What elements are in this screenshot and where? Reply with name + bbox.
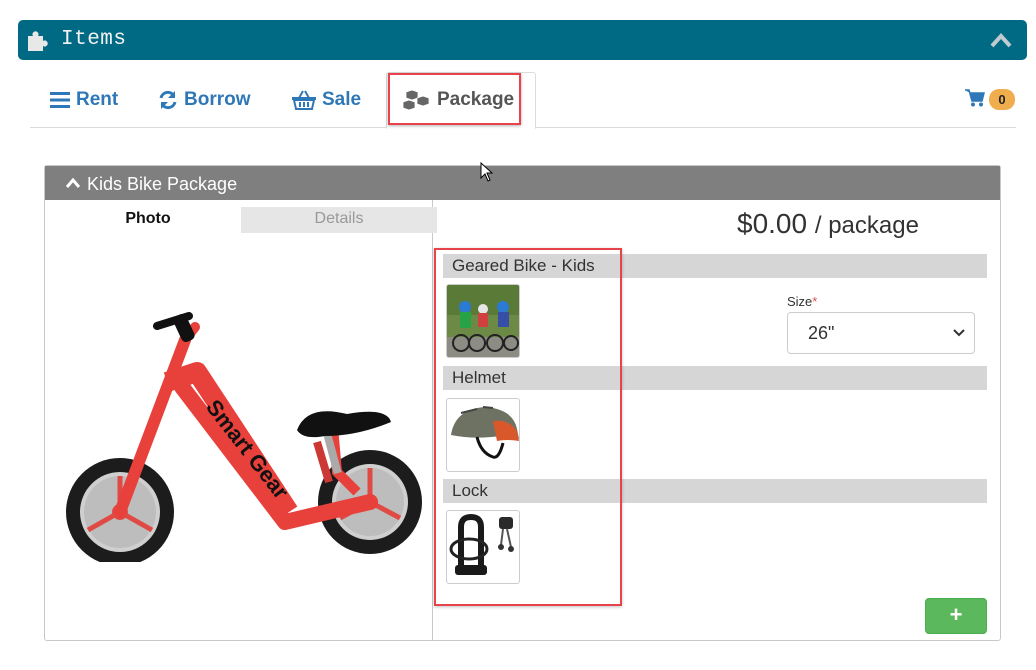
mouse-cursor-icon: [480, 162, 494, 182]
list-icon: [50, 91, 70, 108]
price-unit: / package: [814, 212, 919, 239]
refresh-icon: [159, 90, 177, 109]
puzzle-icon: [28, 31, 48, 51]
package-title: Kids Bike Package: [87, 174, 238, 194]
mode-tabs: Rent Borrow Sale Package: [30, 72, 1016, 129]
tab-photo[interactable]: Photo: [50, 207, 246, 233]
required-mark: *: [812, 294, 818, 309]
cart-icon[interactable]: [965, 89, 985, 107]
tab-sale[interactable]: Sale: [292, 72, 361, 127]
tab-rent-label: Rent: [76, 88, 119, 110]
chevron-up-icon: [65, 177, 81, 188]
page-title: Items: [61, 28, 127, 51]
tab-details[interactable]: Details: [241, 207, 437, 233]
size-label-text: Size: [787, 294, 813, 309]
tab-sale-label: Sale: [322, 88, 362, 110]
price-value: $0.00: [737, 208, 808, 239]
photo-column: Photo Details Smart Gear: [45, 200, 437, 640]
bike-image: Smart Gear: [66, 312, 422, 562]
items-header-bar: Items: [18, 20, 1027, 60]
tab-borrow-label: Borrow: [184, 88, 251, 110]
size-select[interactable]: 26": [787, 312, 975, 354]
chevron-down-icon: [953, 329, 965, 337]
basket-icon: [292, 90, 316, 110]
package-panel-header[interactable]: Kids Bike Package: [45, 166, 1000, 200]
package-tab-highlight: [388, 73, 521, 125]
size-label: Size*: [787, 294, 817, 309]
tab-rent[interactable]: Rent: [50, 72, 118, 127]
package-items-highlight: [434, 248, 622, 606]
size-select-value: 26": [808, 323, 835, 343]
add-to-cart-button[interactable]: +: [925, 598, 987, 634]
chevron-up-icon[interactable]: [989, 31, 1013, 49]
bike-brand-text: Smart Gear: [201, 395, 294, 504]
cart-count-badge[interactable]: 0: [989, 89, 1015, 110]
tab-borrow[interactable]: Borrow: [158, 72, 251, 127]
package-price: $0.00 / package: [737, 208, 919, 240]
